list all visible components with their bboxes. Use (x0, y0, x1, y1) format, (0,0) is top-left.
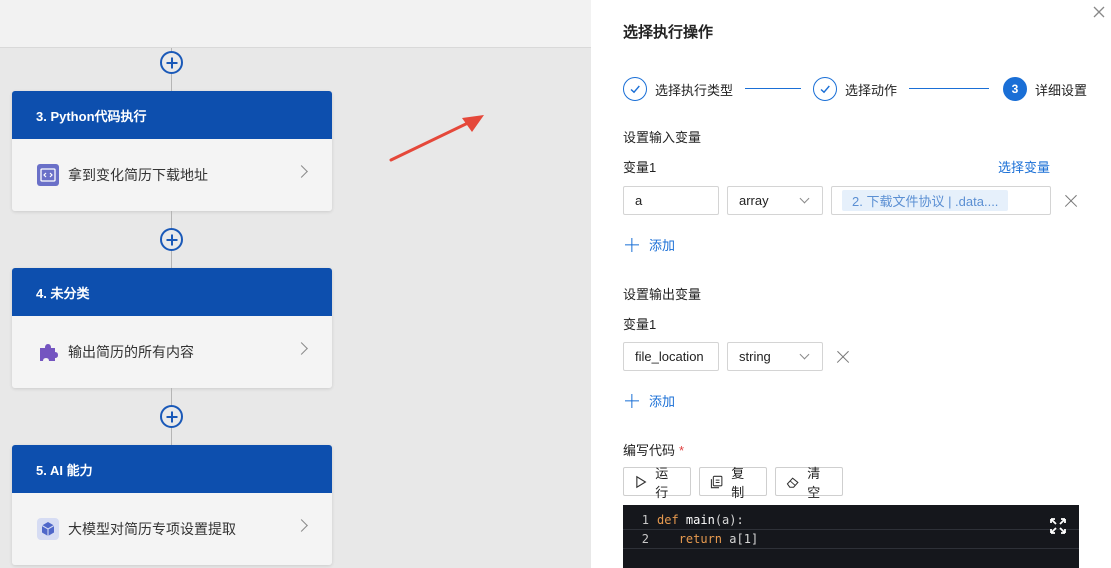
workflow-node-4[interactable]: 4. 未分类 输出简历的所有内容 (12, 268, 332, 388)
line-source: def main(a): (657, 513, 744, 527)
clear-button[interactable]: 清空 (775, 466, 843, 500)
check-icon (623, 77, 647, 101)
select-variable-link[interactable]: 选择变量 (998, 157, 1050, 176)
add-node-button[interactable] (160, 51, 183, 74)
step-connector (909, 88, 989, 89)
add-label: 添加 (649, 394, 676, 409)
code-editor[interactable]: 1 def main(a): 2 return a[1] (623, 505, 1079, 568)
add-node-button[interactable] (160, 405, 183, 428)
variable-tag-text: 2. 下载文件协议 | .data.... (852, 194, 999, 209)
step-3[interactable]: 3 详细设置 (1003, 77, 1087, 101)
workflow-canvas: 3. Python代码执行 拿到变化简历下载地址 4. 未分类 输出简历的所有内… (0, 0, 591, 568)
step-2[interactable]: 选择动作 (813, 77, 897, 101)
chevron-down-icon (799, 193, 810, 204)
close-icon[interactable] (1091, 4, 1107, 20)
node-header: 4. 未分类 (12, 268, 332, 316)
plus-icon (625, 238, 639, 252)
expand-icon[interactable] (1049, 517, 1067, 535)
cube-icon (36, 517, 60, 541)
chevron-right-icon (295, 519, 308, 532)
required-mark: * (679, 443, 685, 458)
node-title: 大模型对简历专项设置提取 (68, 521, 236, 537)
code-line: 1 def main(a): (623, 510, 1079, 530)
step-label: 选择执行类型 (655, 82, 734, 98)
plus-icon (625, 394, 639, 408)
output-var-type-select[interactable]: string (727, 342, 823, 371)
line-source: return a[1] (678, 532, 759, 546)
select-value: string (739, 349, 771, 364)
node-title: 输出简历的所有内容 (68, 344, 194, 360)
step-connector (745, 88, 801, 89)
output-section-title: 设置输出变量 (623, 287, 702, 302)
stepper: 选择执行类型 选择动作 3 详细设置 (623, 77, 1089, 101)
run-button[interactable]: 运行 (623, 466, 691, 500)
add-node-button[interactable] (160, 228, 183, 251)
canvas-top-bar (0, 0, 591, 48)
input-var-name-field[interactable]: a (623, 186, 719, 215)
chevron-down-icon (799, 349, 810, 360)
code-icon (36, 163, 60, 187)
input-var-type-select[interactable]: array (727, 186, 823, 215)
input-var-label: 变量1 (623, 160, 657, 175)
node-title: 拿到变化简历下载地址 (68, 167, 208, 183)
line-number: 2 (641, 532, 649, 546)
add-output-var-button[interactable]: 添加 (625, 391, 675, 410)
node-body[interactable]: 大模型对简历专项设置提取 (12, 493, 332, 565)
select-value: array (739, 193, 769, 208)
code-title-text: 编写代码 (623, 443, 676, 458)
output-var-label: 变量1 (623, 317, 657, 332)
run-label: 运行 (655, 465, 669, 500)
line-number: 1 (641, 513, 649, 527)
step-1[interactable]: 选择执行类型 (623, 77, 733, 101)
workflow-node-3[interactable]: 3. Python代码执行 拿到变化简历下载地址 (12, 91, 332, 211)
chevron-right-icon (295, 342, 308, 355)
input-var-value-field[interactable]: 2. 下载文件协议 | .data.... (831, 186, 1051, 215)
workflow-node-5[interactable]: 5. AI 能力 大模型对简历专项设置提取 (12, 445, 332, 565)
check-icon (813, 77, 837, 101)
code-line: 2 return a[1] (623, 529, 1079, 549)
node-header: 3. Python代码执行 (12, 91, 332, 139)
output-var-name-field[interactable]: file_location (623, 342, 719, 371)
code-section-title: 编写代码 * (623, 440, 684, 459)
node-header: 5. AI 能力 (12, 445, 332, 493)
node-body[interactable]: 拿到变化简历下载地址 (12, 139, 332, 211)
remove-output-var-icon[interactable] (836, 350, 850, 364)
step-label: 详细设置 (1035, 82, 1088, 98)
input-section-title: 设置输入变量 (623, 130, 702, 145)
chevron-right-icon (295, 165, 308, 178)
eraser-icon (786, 476, 799, 488)
node-body[interactable]: 输出简历的所有内容 (12, 316, 332, 388)
clear-label: 清空 (807, 465, 821, 500)
puzzle-icon (36, 340, 60, 364)
add-label: 添加 (649, 238, 676, 253)
copy-button[interactable]: 复制 (699, 466, 767, 500)
action-config-panel: 选择执行操作 选择执行类型 选择动作 3 详细设置 设置输入变量 变量1 选择变… (591, 0, 1111, 568)
add-input-var-button[interactable]: 添加 (625, 235, 675, 254)
copy-icon (710, 475, 723, 488)
panel-title: 选择执行操作 (623, 24, 714, 41)
copy-label: 复制 (731, 465, 745, 500)
step-label: 选择动作 (845, 82, 898, 98)
variable-tag[interactable]: 2. 下载文件协议 | .data.... (842, 190, 1009, 211)
remove-input-var-icon[interactable] (1064, 194, 1078, 208)
arrow-annotation-icon (389, 115, 484, 162)
step-number: 3 (1003, 77, 1027, 101)
play-icon (636, 475, 647, 488)
